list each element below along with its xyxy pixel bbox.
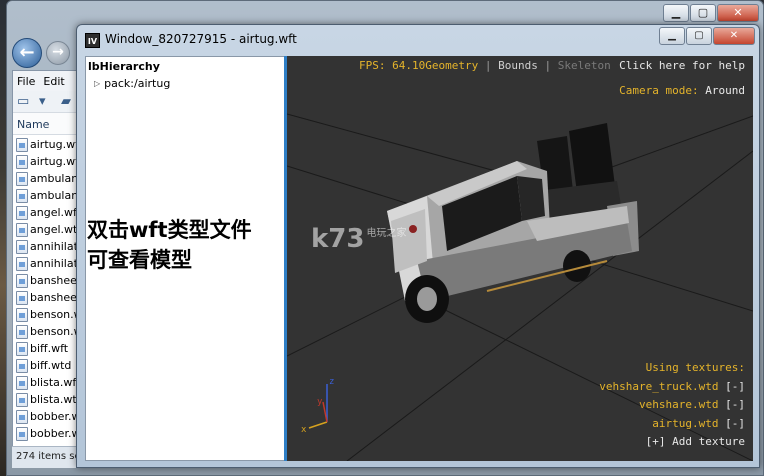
file-icon	[16, 341, 28, 356]
fps-counter: FPS: 64.10	[359, 59, 426, 72]
toggle-skeleton[interactable]: Skeleton	[558, 59, 611, 72]
file-icon	[16, 222, 28, 237]
viewer-titlebar[interactable]: IV Window_820727915 - airtug.wft ▁ ▢ ✕	[77, 25, 759, 55]
annotation-text: 双击wft类型文件 可查看模型	[87, 215, 283, 275]
file-icon	[16, 290, 28, 305]
arrow-left-icon: ←	[19, 42, 35, 63]
window-title: Window_820727915 - airtug.wft	[105, 32, 297, 46]
x-axis-label: x	[301, 425, 307, 434]
file-icon	[16, 239, 28, 254]
back-button[interactable]: ←	[12, 38, 42, 68]
remove-texture-button[interactable]: [-]	[725, 417, 745, 430]
file-icon	[16, 324, 28, 339]
close-button[interactable]: ✕	[717, 4, 759, 22]
maximize-button[interactable]: ▢	[686, 27, 712, 45]
file-icon	[16, 188, 28, 203]
app-icon: IV	[85, 33, 100, 48]
minimize-button[interactable]: ▁	[663, 4, 689, 22]
new-document-icon[interactable]: ▭	[17, 94, 33, 110]
help-link[interactable]: Click here for help	[619, 59, 745, 72]
file-icon	[16, 205, 28, 220]
file-icon	[16, 273, 28, 288]
camera-mode[interactable]: Camera mode: Around	[619, 84, 745, 97]
tree-node-label: pack:/airtug	[104, 77, 171, 90]
maximize-button[interactable]: ▢	[690, 4, 716, 22]
texture-item: vehshare.wtd [-]	[639, 398, 745, 411]
texture-item: airtug.wtd [-]	[652, 416, 745, 430]
texture-list: Using textures: vehshare_truck.wtd [-] v…	[599, 359, 745, 452]
expand-arrow-icon[interactable]: ▷	[94, 79, 100, 88]
explorer-navigation: ← →	[12, 38, 70, 68]
minimize-button[interactable]: ▁	[659, 27, 685, 45]
hierarchy-header: lbHierarchy	[88, 60, 160, 73]
dropdown-icon[interactable]: ▾	[39, 94, 55, 110]
camera-mode-label: Camera mode:	[619, 84, 699, 97]
close-button[interactable]: ✕	[713, 27, 755, 45]
axis-gizmo: z y x	[301, 377, 334, 434]
remove-texture-button[interactable]: [-]	[725, 380, 745, 393]
file-icon	[16, 375, 28, 390]
file-icon	[16, 358, 28, 373]
forward-button[interactable]: →	[46, 41, 70, 65]
x-axis-line	[308, 421, 328, 429]
y-axis-label: y	[317, 397, 323, 407]
viewer-window: IV Window_820727915 - airtug.wft ▁ ▢ ✕ l…	[76, 24, 760, 468]
toggle-geometry[interactable]: Geometry	[425, 59, 478, 72]
file-icon	[16, 307, 28, 322]
menu-file[interactable]: File	[17, 75, 35, 91]
arrow-right-icon: →	[52, 44, 64, 60]
texture-item: vehshare_truck.wtd [-]	[599, 379, 745, 393]
background-window-controls: ▁ ▢ ✕	[662, 4, 759, 23]
airtug-model	[387, 123, 639, 323]
toggle-bounds[interactable]: Bounds	[498, 59, 538, 72]
menu-edit[interactable]: Edit	[43, 75, 64, 91]
tree-node-pack[interactable]: ▷ pack:/airtug	[94, 77, 170, 90]
hud-toolbar: FPS: 64.10Geometry | Bounds | Skeleton	[359, 59, 611, 72]
textures-heading: Using textures:	[645, 361, 745, 374]
file-icon	[16, 154, 28, 169]
add-texture-button[interactable]: [+] Add texture	[599, 433, 745, 452]
file-icon	[16, 171, 28, 186]
watermark: k73 电玩之家	[311, 224, 407, 254]
file-icon	[16, 137, 28, 152]
file-icon	[16, 256, 28, 271]
camera-mode-value[interactable]: Around	[705, 84, 745, 97]
file-icon	[16, 409, 28, 424]
annotation-line-2: 可查看模型	[87, 248, 192, 272]
3d-viewport[interactable]: k73 电玩之家 FPS: 64.10Geometry | Bounds | Sk…	[287, 56, 753, 461]
annotation-line-1: 双击wft类型文件	[87, 218, 252, 242]
file-icon	[16, 426, 28, 441]
file-icon	[16, 392, 28, 407]
remove-texture-button[interactable]: [-]	[725, 398, 745, 411]
viewer-window-controls: ▁ ▢ ✕	[658, 27, 755, 45]
open-folder-icon[interactable]: ▰	[61, 94, 77, 110]
hierarchy-panel: lbHierarchy ▷ pack:/airtug 双击wft类型文件 可查看…	[85, 56, 285, 461]
z-axis-label: z	[329, 377, 334, 387]
